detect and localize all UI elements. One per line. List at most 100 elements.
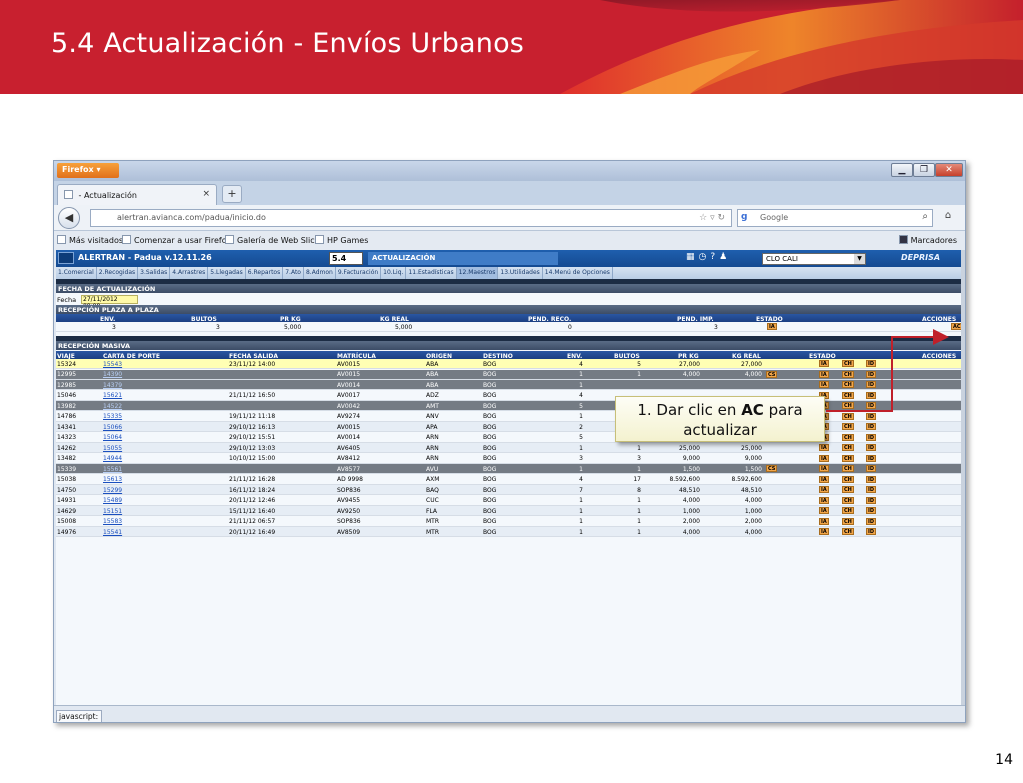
cell-carta[interactable]: 15064 — [103, 434, 122, 441]
new-tab-button[interactable]: + — [222, 185, 242, 203]
ch-button[interactable]: CH — [842, 528, 854, 535]
bookmark-galeria[interactable]: Galería de Web Slice — [225, 235, 320, 245]
cell-carta[interactable]: 15561 — [103, 466, 122, 473]
cell-carta[interactable]: 15055 — [103, 445, 122, 452]
bookmark-comenzar[interactable]: Comenzar a usar Firefox — [122, 235, 231, 245]
ia-button[interactable]: IA — [819, 528, 829, 535]
ia-button[interactable]: IA — [819, 381, 829, 388]
ia-button[interactable]: IA — [819, 454, 829, 462]
ia-button[interactable]: IA — [819, 496, 829, 504]
cell-carta[interactable]: 15621 — [103, 392, 122, 399]
app-toolbar-icons[interactable]: ▦◷?♟ — [686, 252, 731, 262]
cell-carta[interactable]: 15543 — [103, 361, 122, 368]
id-button[interactable]: ID — [866, 517, 877, 525]
vertical-scrollbar[interactable] — [961, 250, 965, 705]
id-button[interactable]: ID — [866, 381, 877, 388]
ch-button[interactable]: CH — [842, 391, 854, 399]
ch-button[interactable]: CH — [842, 486, 854, 493]
cell-carta[interactable]: 15151 — [103, 508, 122, 515]
home-icon[interactable]: ⌂ — [939, 210, 957, 226]
ia-button[interactable]: IA — [819, 465, 829, 472]
transaction-code-input[interactable]: 5.4 — [329, 252, 363, 265]
id-button[interactable]: ID — [866, 444, 877, 451]
chevron-down-icon[interactable]: ▼ — [854, 254, 865, 264]
ch-button[interactable]: CH — [842, 454, 854, 462]
ia-button[interactable]: IA — [819, 475, 829, 483]
ch-button[interactable]: CH — [842, 496, 854, 504]
bookmark-star-icon[interactable]: ☆ ▿ ↻ — [699, 213, 725, 223]
cs-badge[interactable]: CS — [766, 370, 778, 378]
menu-item[interactable]: 11.Estadísticas — [406, 267, 457, 279]
id-button[interactable]: ID — [866, 486, 877, 493]
cell-carta[interactable]: 15613 — [103, 476, 122, 483]
ch-button[interactable]: CH — [842, 360, 854, 367]
cs-badge[interactable]: CS — [766, 465, 778, 472]
ia-button[interactable]: IA — [819, 517, 829, 525]
close-icon[interactable]: ✕ — [935, 163, 963, 177]
ch-button[interactable]: CH — [842, 475, 854, 483]
menu-item[interactable]: 4.Arrastres — [170, 267, 209, 279]
id-button[interactable]: ID — [866, 412, 877, 420]
ia-button[interactable]: IA — [819, 507, 829, 514]
tab-close-icon[interactable]: × — [202, 189, 210, 199]
search-input[interactable]: g Google ⌕ — [737, 209, 933, 227]
id-button[interactable]: ID — [866, 528, 877, 535]
id-button[interactable]: ID — [866, 475, 877, 483]
menu-item[interactable]: 14.Menú de Opciones — [543, 267, 613, 279]
id-button[interactable]: ID — [866, 423, 877, 430]
ch-button[interactable]: CH — [842, 402, 854, 409]
menu-item[interactable]: 2.Recogidas — [97, 267, 139, 279]
search-icon[interactable]: ⌕ — [922, 211, 928, 222]
ch-button[interactable]: CH — [842, 433, 854, 441]
minimize-icon[interactable]: ▁ — [891, 163, 913, 177]
id-button[interactable]: ID — [866, 433, 877, 441]
menu-item[interactable]: 5.Llegadas — [208, 267, 246, 279]
cell-carta[interactable]: 15066 — [103, 424, 122, 431]
firefox-menu-button[interactable]: Firefox ▾ — [57, 163, 119, 178]
ia-button[interactable]: IA — [819, 370, 829, 378]
id-button[interactable]: ID — [866, 465, 877, 472]
cell-carta[interactable]: 14379 — [103, 382, 122, 389]
id-button[interactable]: ID — [866, 507, 877, 514]
menu-item[interactable]: 13.Utilidades — [498, 267, 543, 279]
bookmark-hp-games[interactable]: HP Games — [315, 235, 368, 245]
bookmarks-menu[interactable]: Marcadores — [898, 235, 957, 245]
cell-carta[interactable]: 14390 — [103, 371, 122, 378]
cell-carta[interactable]: 15489 — [103, 497, 122, 504]
ch-button[interactable]: CH — [842, 517, 854, 525]
ch-button[interactable]: CH — [842, 412, 854, 420]
id-button[interactable]: ID — [866, 402, 877, 409]
city-select[interactable]: CLO CALI ▼ — [762, 253, 866, 265]
ch-button[interactable]: CH — [842, 507, 854, 514]
maximize-icon[interactable]: ❐ — [913, 163, 935, 177]
bookmark-mas-visitados[interactable]: Más visitados — [57, 235, 123, 245]
fecha-input[interactable]: 27/11/2012 09:08 — [81, 295, 138, 310]
ch-button[interactable]: CH — [842, 444, 854, 451]
id-button[interactable]: ID — [866, 360, 877, 367]
menu-item[interactable]: 3.Salidas — [138, 267, 171, 279]
cell-carta[interactable]: 15335 — [103, 413, 122, 420]
menu-item[interactable]: 12.Maestros — [456, 267, 499, 279]
menu-item[interactable]: 10.Liq. — [381, 267, 407, 279]
back-arrow-icon[interactable]: ◀ — [58, 207, 80, 229]
ia-button[interactable]: IA — [819, 360, 829, 367]
ch-button[interactable]: CH — [842, 381, 854, 388]
menu-item[interactable]: 6.Repartos — [246, 267, 284, 279]
ch-button[interactable]: CH — [842, 423, 854, 430]
ia-button[interactable]: IA — [819, 486, 829, 493]
menu-item[interactable]: 8.Admon — [304, 267, 336, 279]
url-input[interactable]: alertran.avianca.com/padua/inicio.do ☆ ▿… — [90, 209, 732, 227]
cell-carta[interactable]: 14944 — [103, 455, 122, 462]
id-button[interactable]: ID — [866, 496, 877, 504]
ch-button[interactable]: CH — [842, 370, 854, 378]
id-button[interactable]: ID — [866, 391, 877, 399]
ia-button[interactable]: IA — [819, 444, 829, 451]
menu-item[interactable]: 7.Ato — [283, 267, 304, 279]
id-button[interactable]: ID — [866, 454, 877, 462]
cell-carta[interactable]: 15299 — [103, 487, 122, 494]
browser-tab[interactable]: - Actualización × — [57, 184, 217, 205]
ch-button[interactable]: CH — [842, 465, 854, 472]
menu-item[interactable]: 1.Comercial — [56, 267, 97, 279]
cell-carta[interactable]: 15583 — [103, 518, 122, 525]
cell-carta[interactable]: 15541 — [103, 529, 122, 536]
